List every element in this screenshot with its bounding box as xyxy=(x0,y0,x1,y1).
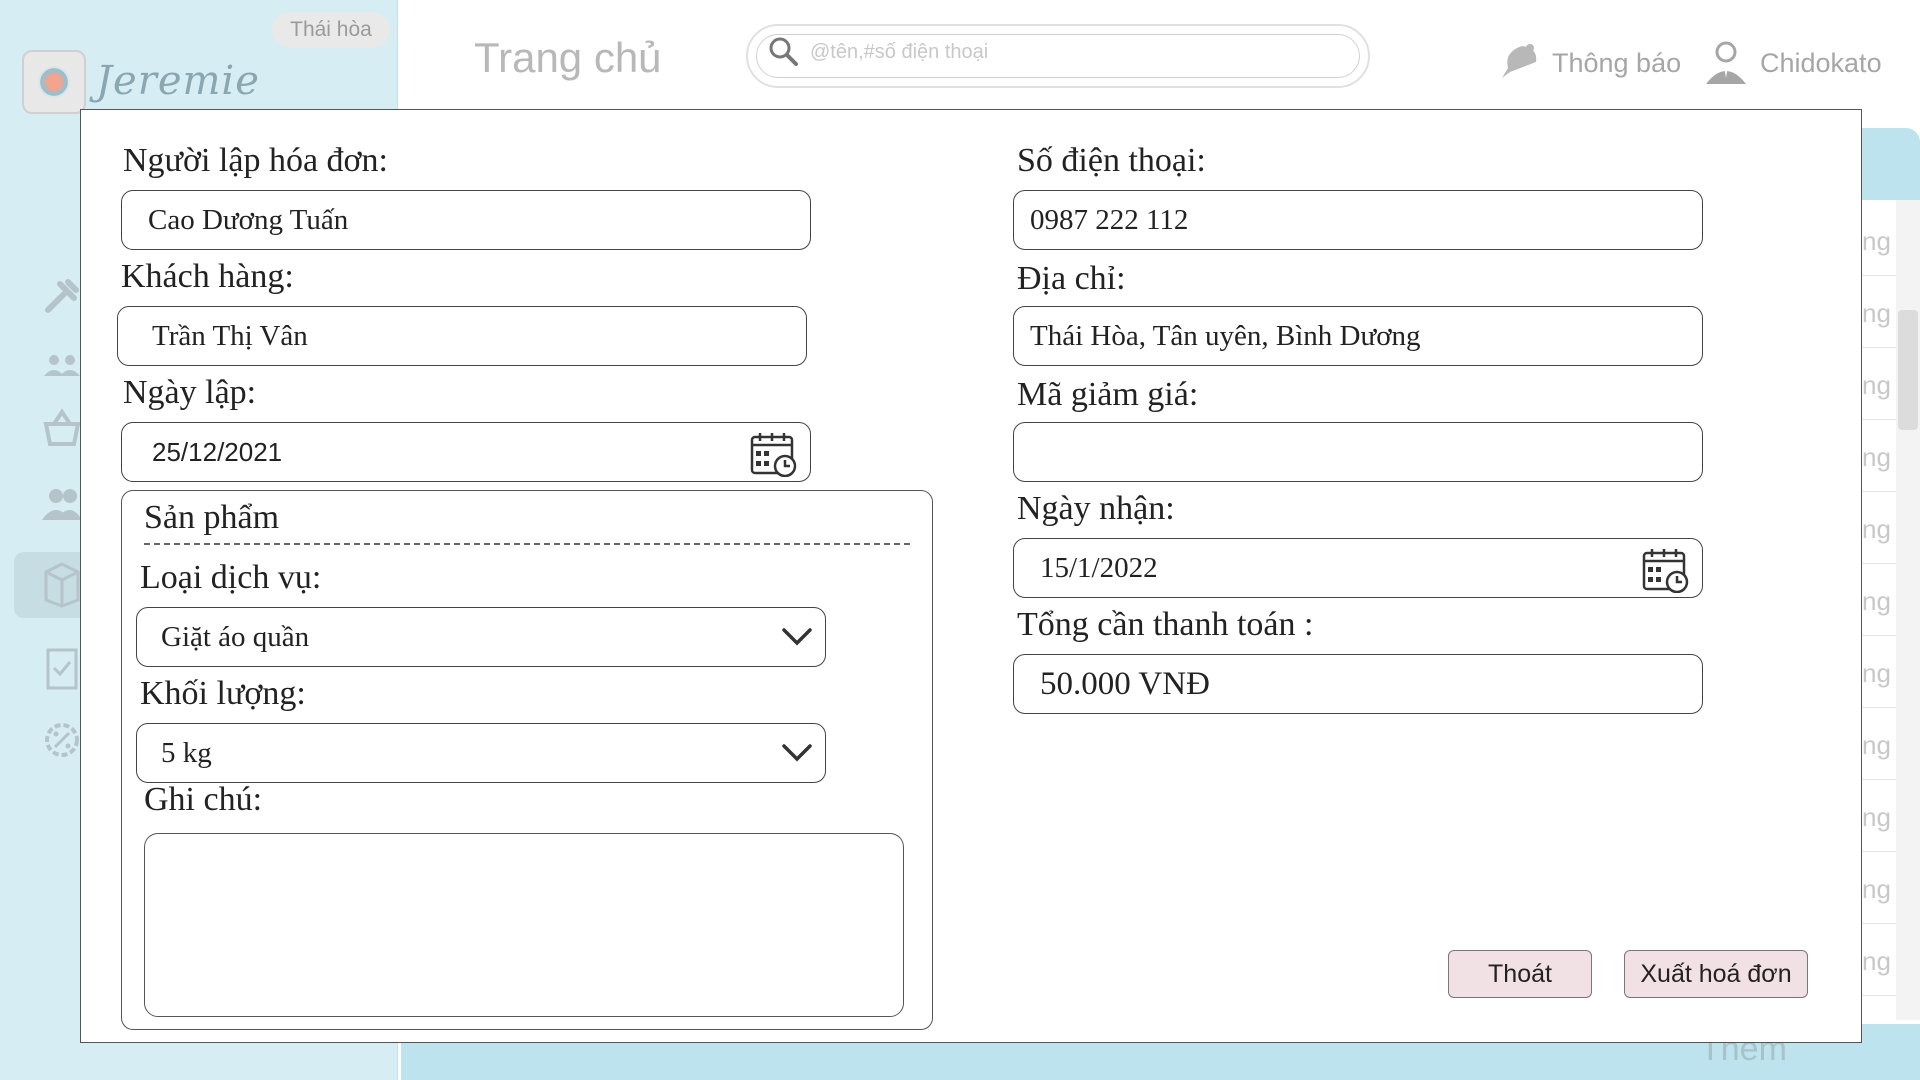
list-item[interactable]: ng xyxy=(1862,494,1898,564)
list-item[interactable]: ng xyxy=(1862,278,1898,348)
staff-group-icon[interactable] xyxy=(42,346,82,386)
export-invoice-button[interactable]: Xuất hoá đơn xyxy=(1624,950,1808,998)
note-label: Ghi chú: xyxy=(144,781,263,818)
weight-value: 5 kg xyxy=(161,736,212,769)
invoice-dialog: Người lập hóa đơn: Cao Dương Tuấn Khách … xyxy=(80,109,1862,1043)
list-item[interactable]: ng xyxy=(1862,566,1898,636)
phone-value: 0987 222 112 xyxy=(1030,203,1189,236)
washing-machine-logo xyxy=(22,50,86,114)
product-section-title: Sản phẩm xyxy=(144,499,280,536)
tools-icon[interactable] xyxy=(42,276,82,316)
scrollbar-thumb[interactable] xyxy=(1898,310,1918,430)
list-item[interactable]: ng xyxy=(1862,206,1898,276)
phone-label: Số điện thoại: xyxy=(1017,142,1206,179)
user-name[interactable]: Chidokato xyxy=(1760,48,1882,79)
notification-bell-icon[interactable] xyxy=(1496,38,1544,86)
received-date-field[interactable]: 15/1/2022 xyxy=(1013,538,1703,598)
created-date-field[interactable]: 25/12/2021 xyxy=(121,422,811,482)
discount-code-field[interactable] xyxy=(1013,422,1703,482)
exit-button[interactable]: Thoát xyxy=(1448,950,1592,998)
address-value: Thái Hòa, Tân uyên, Bình Dương xyxy=(1030,319,1421,352)
notifications-label[interactable]: Thông báo xyxy=(1552,48,1681,79)
calendar-icon[interactable] xyxy=(750,431,798,477)
user-avatar-icon[interactable] xyxy=(1702,38,1750,86)
total-label: Tổng cần thanh toán : xyxy=(1017,606,1314,643)
service-type-label: Loại dịch vụ: xyxy=(140,559,322,596)
list-item[interactable]: ng xyxy=(1862,638,1898,708)
search-bar[interactable]: @tên,#số điện thoại xyxy=(746,24,1370,88)
customer-value: Trần Thị Vân xyxy=(152,319,308,352)
list-item[interactable]: ng xyxy=(1862,350,1898,420)
created-date-label: Ngày lập: xyxy=(123,374,257,411)
list-item[interactable]: ng xyxy=(1862,854,1898,924)
chevron-down-icon[interactable] xyxy=(781,626,813,648)
creator-label: Người lập hóa đơn: xyxy=(123,142,388,179)
list-item[interactable]: ng xyxy=(1862,710,1898,780)
created-date-value: 25/12/2021 xyxy=(152,436,283,467)
checklist-icon[interactable] xyxy=(42,644,82,690)
list-item[interactable]: ng xyxy=(1862,422,1898,492)
discount-settings-icon[interactable] xyxy=(42,720,82,760)
phone-field[interactable]: 0987 222 112 xyxy=(1013,190,1703,250)
customers-icon[interactable] xyxy=(42,484,82,524)
calendar-icon[interactable] xyxy=(1642,547,1690,593)
address-label: Địa chỉ: xyxy=(1017,260,1126,297)
creator-field[interactable]: Cao Dương Tuấn xyxy=(121,190,811,250)
creator-value: Cao Dương Tuấn xyxy=(148,203,349,236)
search-icon[interactable] xyxy=(768,36,798,66)
received-date-label: Ngày nhận: xyxy=(1017,490,1175,527)
service-type-value: Giặt áo quần xyxy=(161,620,310,653)
customer-label: Khách hàng: xyxy=(121,258,294,295)
list-item[interactable]: ng xyxy=(1862,782,1898,852)
weight-label: Khối lượng: xyxy=(140,675,306,712)
total-value: 50.000 VNĐ xyxy=(1040,665,1210,702)
product-section: Sản phẩm Loại dịch vụ: Giặt áo quần Khối… xyxy=(121,490,933,1030)
list-item[interactable]: ng xyxy=(1862,926,1898,996)
total-field: 50.000 VNĐ xyxy=(1013,654,1703,714)
section-divider xyxy=(144,543,910,545)
received-date-value: 15/1/2022 xyxy=(1040,551,1158,584)
note-textarea[interactable] xyxy=(144,833,904,1017)
address-field[interactable]: Thái Hòa, Tân uyên, Bình Dương xyxy=(1013,306,1703,366)
customer-field[interactable]: Trần Thị Vân xyxy=(117,306,807,366)
chevron-down-icon[interactable] xyxy=(781,742,813,764)
weight-select[interactable]: 5 kg xyxy=(136,723,826,783)
location-badge[interactable]: Thái hòa xyxy=(272,12,390,48)
discount-code-label: Mã giảm giá: xyxy=(1017,376,1199,413)
service-type-select[interactable]: Giặt áo quần xyxy=(136,607,826,667)
search-placeholder[interactable]: @tên,#số điện thoại xyxy=(810,41,988,64)
box-icon[interactable] xyxy=(42,560,82,608)
page-title: Trang chủ xyxy=(474,34,662,81)
basket-icon[interactable] xyxy=(42,408,82,448)
